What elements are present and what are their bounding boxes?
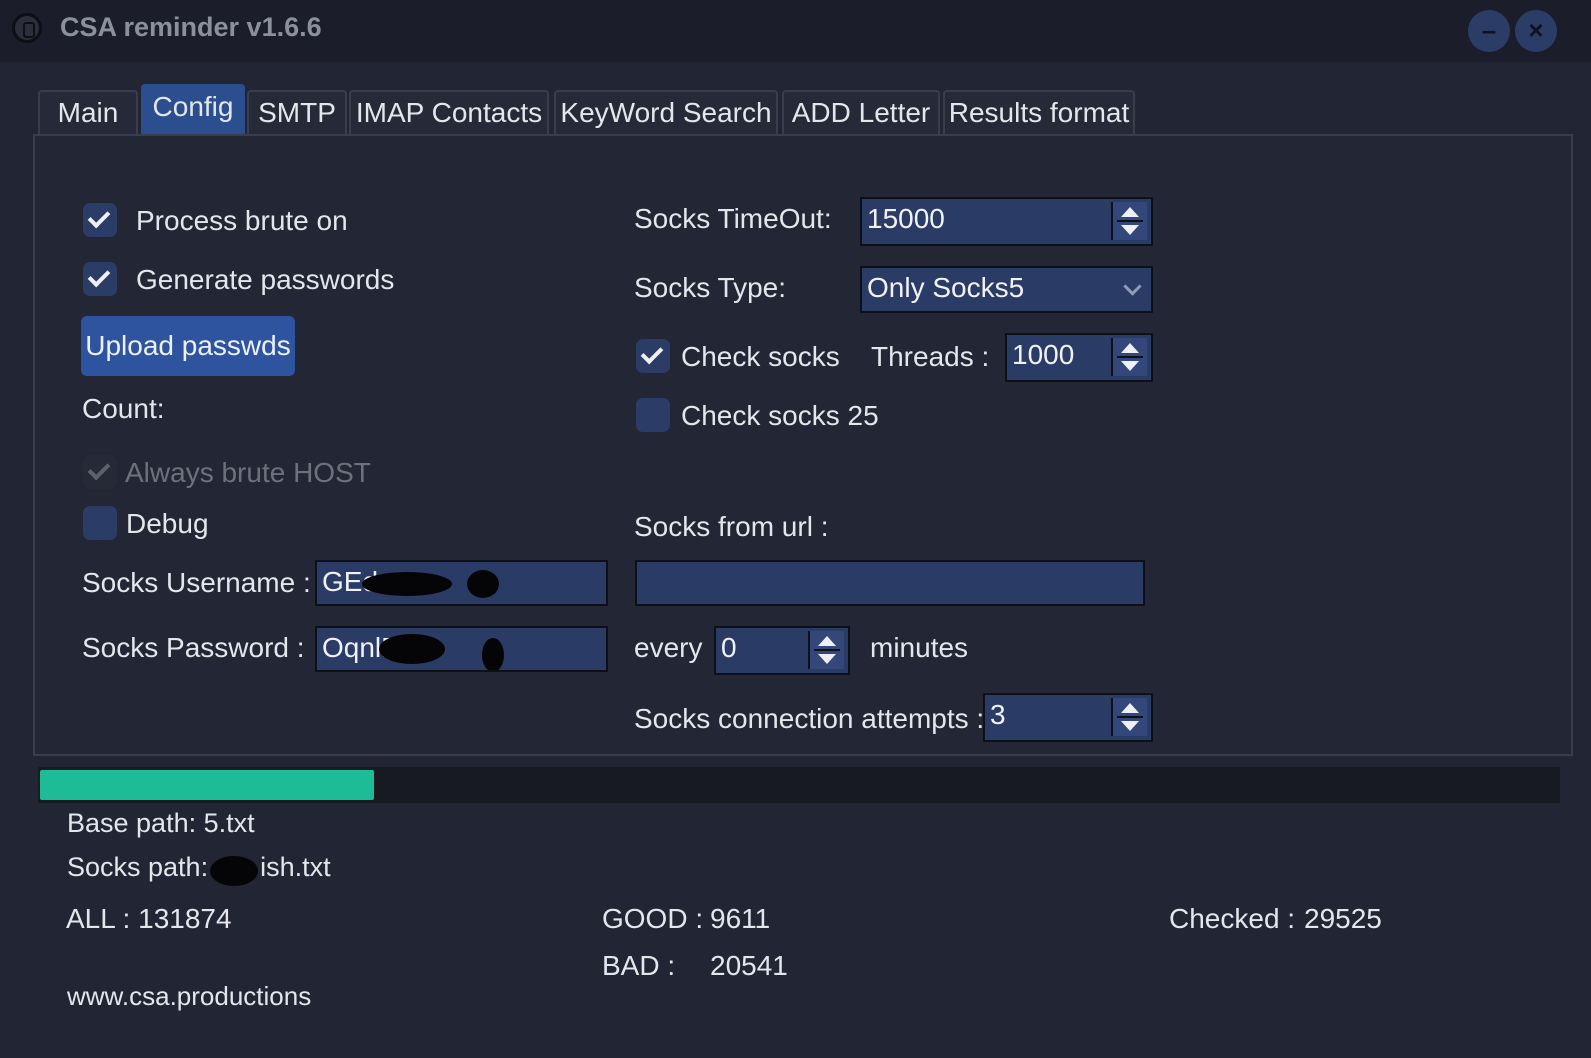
- every-interval-input[interactable]: 0: [714, 626, 850, 675]
- threads-label: Threads :: [871, 341, 990, 372]
- count-label: Count:: [82, 393, 165, 424]
- threads-spinner[interactable]: [1111, 338, 1147, 376]
- debug-checkbox[interactable]: [83, 506, 117, 540]
- good-label: GOOD :: [602, 903, 704, 934]
- check-socks-25-checkbox[interactable]: [636, 398, 670, 432]
- socks-timeout-spinner[interactable]: [1111, 202, 1147, 240]
- redaction-scribble: [467, 570, 499, 598]
- base-path-text: Base path: 5.txt: [67, 808, 255, 838]
- socks-username-input[interactable]: GEd: [315, 560, 608, 606]
- socks-type-label: Socks Type:: [634, 272, 787, 303]
- chevron-down-icon: [1123, 277, 1142, 296]
- tab-keyword-search[interactable]: KeyWord Search: [554, 90, 778, 136]
- always-brute-host-checkbox[interactable]: [83, 455, 117, 489]
- bad-label: BAD :: [602, 950, 676, 981]
- generate-passwords-checkbox[interactable]: [83, 262, 117, 296]
- always-brute-host-label: Always brute HOST: [125, 457, 371, 488]
- redaction-scribble: [362, 572, 452, 596]
- connection-attempts-spinner[interactable]: [1111, 698, 1147, 736]
- close-button[interactable]: ×: [1515, 10, 1557, 52]
- every-interval-spinner[interactable]: [808, 631, 844, 669]
- connection-attempts-value: 3: [990, 699, 1006, 730]
- socks-path-suffix: ish.txt: [260, 852, 331, 882]
- check-socks-checkbox[interactable]: [636, 339, 670, 373]
- progress-bar-fill: [40, 770, 374, 800]
- tab-imap-contacts[interactable]: IMAP Contacts: [349, 90, 549, 136]
- socks-path-prefix: Socks path:: [67, 852, 209, 882]
- checked-count: 29525: [1304, 903, 1382, 934]
- tab-smtp[interactable]: SMTP: [247, 90, 347, 136]
- good-count: 9611: [710, 903, 771, 934]
- socks-timeout-value: 15000: [867, 203, 945, 234]
- process-brute-on-checkbox[interactable]: [83, 203, 117, 237]
- window-title: CSA reminder v1.6.6: [60, 12, 322, 42]
- tab-main[interactable]: Main: [38, 90, 138, 136]
- socks-password-label: Socks Password :: [82, 632, 305, 663]
- progress-bar: [38, 767, 1560, 803]
- process-brute-on-label: Process brute on: [136, 205, 348, 236]
- threads-input[interactable]: 1000: [1005, 333, 1153, 382]
- app-logo-icon: [12, 13, 42, 43]
- tab-add-letter[interactable]: ADD Letter: [782, 90, 940, 136]
- check-socks-25-label: Check socks 25: [681, 400, 879, 431]
- threads-value: 1000: [1012, 339, 1075, 370]
- minutes-label: minutes: [870, 632, 969, 663]
- socks-password-input[interactable]: OqnlF: [315, 626, 608, 672]
- redaction-scribble: [210, 855, 259, 886]
- every-interval-value: 0: [721, 632, 737, 663]
- socks-path-text: Socks path: ish.txt: [67, 852, 331, 886]
- socks-from-url-input[interactable]: [635, 560, 1145, 606]
- connection-attempts-label: Socks connection attempts :: [634, 703, 985, 734]
- minimize-button[interactable]: –: [1468, 10, 1510, 52]
- upload-passwords-button[interactable]: Upload passwds: [81, 316, 295, 376]
- socks-from-url-label: Socks from url :: [634, 511, 829, 542]
- redaction-scribble: [379, 634, 445, 664]
- generate-passwords-label: Generate passwords: [136, 264, 395, 295]
- check-socks-label: Check socks: [681, 341, 840, 372]
- connection-attempts-input[interactable]: 3: [983, 693, 1153, 742]
- socks-type-value: Only Socks5: [867, 272, 1025, 303]
- socks-timeout-label: Socks TimeOut:: [634, 203, 832, 234]
- all-count: ALL : 131874: [66, 903, 232, 934]
- every-label: every: [634, 632, 703, 663]
- socks-path-redaction: [208, 855, 260, 886]
- checked-label: Checked :: [1169, 903, 1296, 934]
- socks-type-select[interactable]: Only Socks5: [860, 266, 1153, 313]
- socks-timeout-input[interactable]: 15000: [860, 197, 1153, 246]
- tab-config[interactable]: Config: [141, 84, 245, 136]
- bad-count: 20541: [710, 950, 788, 981]
- debug-label: Debug: [126, 508, 209, 539]
- redaction-scribble: [482, 638, 504, 670]
- website-link[interactable]: www.csa.productions: [67, 981, 311, 1012]
- socks-username-label: Socks Username :: [82, 567, 311, 598]
- title-bar: CSA reminder v1.6.6 – ×: [0, 0, 1591, 62]
- tab-results-format[interactable]: Results format: [943, 90, 1135, 136]
